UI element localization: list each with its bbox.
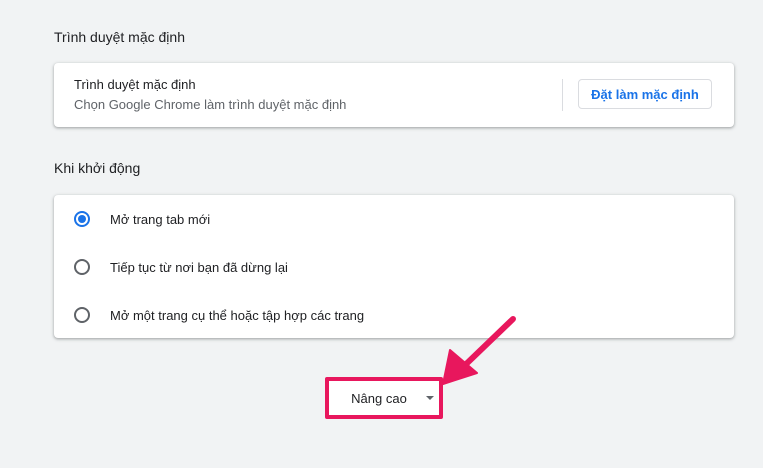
arrow-icon <box>442 316 516 385</box>
